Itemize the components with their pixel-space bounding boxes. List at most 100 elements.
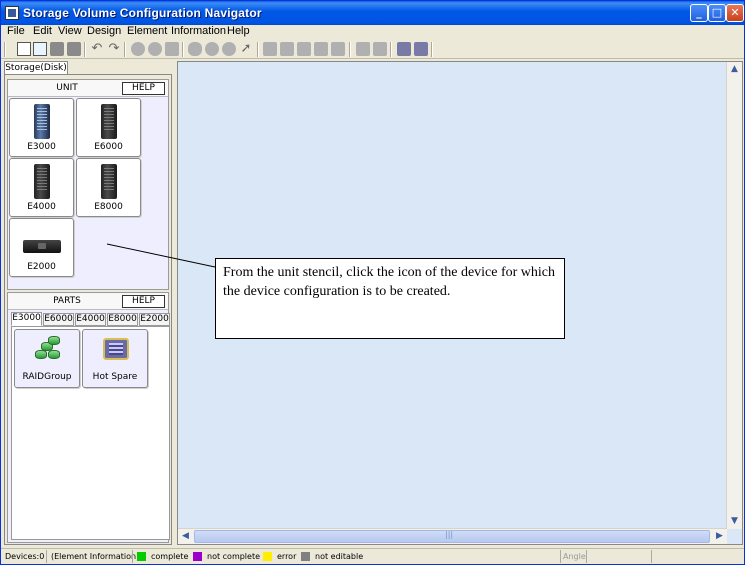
export-icon[interactable] (397, 42, 411, 56)
new-file-icon[interactable] (17, 42, 31, 56)
undo-icon[interactable]: ↶ (90, 42, 104, 56)
unit-stencil: UNIT HELP E3000 E6000 E4000 E8000 E2000 (7, 79, 169, 290)
raid-group-icon (35, 336, 61, 362)
error-swatch (263, 552, 272, 561)
menu-view[interactable]: View (58, 25, 82, 37)
tab-e2000[interactable]: E2000 (139, 313, 170, 326)
layout-icon[interactable] (263, 42, 277, 56)
toolbar-separator (431, 42, 433, 57)
tree-icon[interactable] (314, 42, 328, 56)
device-e6000[interactable]: E6000 (76, 98, 141, 157)
status-divider (132, 550, 133, 563)
status-divider (586, 550, 587, 563)
menu-design[interactable]: Design (87, 25, 121, 37)
unit-stencil-title: UNIT (56, 83, 78, 93)
device-label: E8000 (94, 202, 123, 212)
toolbar: ↶ ↷ ➚ (1, 40, 744, 59)
toolbar-separator (84, 42, 86, 57)
save-icon[interactable] (50, 42, 64, 56)
horizontal-scroll-thumb[interactable] (194, 530, 710, 543)
tab-e8000[interactable]: E8000 (107, 313, 138, 326)
menu-file[interactable]: File (7, 25, 25, 37)
status-divider (560, 550, 561, 563)
tab-e6000[interactable]: E6000 (43, 313, 74, 326)
redo-icon[interactable]: ↷ (107, 42, 121, 56)
instruction-callout: From the unit stencil, click the icon of… (215, 258, 565, 339)
app-window: Storage Volume Configuration Navigator _… (0, 0, 745, 565)
link-icon[interactable] (331, 42, 345, 56)
close-button[interactable]: ✕ (726, 4, 744, 22)
device-label: E6000 (94, 142, 123, 152)
hierarchy-icon[interactable] (356, 42, 370, 56)
toolbar-separator (349, 42, 351, 57)
zoom-in-icon[interactable] (131, 42, 145, 56)
connect-icon[interactable] (280, 42, 294, 56)
maximize-button[interactable]: □ (708, 4, 726, 22)
toolbar-separator (124, 42, 126, 57)
tab-e4000[interactable]: E4000 (75, 313, 106, 326)
not-editable-swatch (301, 552, 310, 561)
menu-edit[interactable]: Edit (33, 25, 52, 37)
device-e2000[interactable]: E2000 (9, 218, 74, 277)
element-information: (Element Information) (51, 552, 140, 561)
menu-bar: File Edit View Design Element Informatio… (1, 25, 744, 39)
not-complete-swatch (193, 552, 202, 561)
rack-unit-icon (23, 240, 61, 253)
zoom-out-icon[interactable] (148, 42, 162, 56)
parts-stencil: PARTS HELP E3000 E6000 E4000 E8000 E2000… (7, 292, 170, 543)
menu-information[interactable]: Information (171, 25, 226, 37)
device-e8000[interactable]: E8000 (76, 158, 141, 217)
unit-help-button[interactable]: HELP (122, 82, 165, 95)
device-e3000[interactable]: E3000 (9, 98, 74, 157)
menu-help[interactable]: Help (227, 25, 250, 37)
blue-tower-icon (34, 104, 50, 139)
part-raid-group[interactable]: RAIDGroup (14, 329, 80, 388)
vertical-scrollbar[interactable]: ▲ ▼ (726, 62, 742, 529)
toolbar-separator (257, 42, 259, 57)
zoom-fit-icon[interactable] (222, 42, 236, 56)
zoom-region-icon[interactable] (205, 42, 219, 56)
tab-e3000[interactable]: E3000 (11, 312, 42, 326)
scroll-up-icon[interactable]: ▲ (727, 62, 742, 77)
device-count: Devices:0 (5, 552, 45, 561)
device-label: E3000 (27, 142, 56, 152)
parts-list: RAIDGroup Hot Spare (11, 326, 170, 540)
device-label: E4000 (27, 202, 56, 212)
align-icon[interactable] (297, 42, 311, 56)
legend-not-complete: not complete (207, 552, 261, 561)
status-bar: Devices:0 (Element Information) complete… (1, 548, 744, 564)
toolbar-separator (390, 42, 392, 57)
scroll-right-icon[interactable]: ▶ (712, 529, 727, 544)
device-e4000[interactable]: E4000 (9, 158, 74, 217)
angle-readout: Angle (563, 552, 586, 561)
tower-icon (34, 164, 50, 199)
import-icon[interactable] (414, 42, 428, 56)
window-title: Storage Volume Configuration Navigator (23, 6, 262, 20)
part-label: RAIDGroup (22, 372, 72, 382)
parts-stencil-title: PARTS (53, 296, 81, 306)
parts-help-button[interactable]: HELP (122, 295, 165, 308)
horizontal-scrollbar[interactable]: ◀ ▶ (178, 528, 727, 544)
print-icon[interactable] (67, 42, 81, 56)
hot-spare-icon (103, 338, 129, 360)
tower-icon (101, 104, 117, 139)
tab-storage-disk[interactable]: Storage(Disk) (4, 61, 68, 75)
unit-stencil-header: UNIT HELP (8, 80, 168, 97)
status-divider (46, 550, 47, 563)
select-pointer-icon[interactable]: ➚ (239, 42, 253, 56)
pan-hand-icon[interactable] (188, 42, 202, 56)
part-label: Hot Spare (92, 372, 138, 382)
scroll-down-icon[interactable]: ▼ (727, 514, 742, 529)
part-hot-spare[interactable]: Hot Spare (82, 329, 148, 388)
menu-element[interactable]: Element (127, 25, 167, 37)
parts-stencil-header: PARTS HELP (8, 293, 168, 310)
grid-icon[interactable] (165, 42, 179, 56)
device-label: E2000 (27, 262, 56, 272)
title-bar[interactable]: Storage Volume Configuration Navigator _… (1, 1, 744, 26)
hierarchy-alt-icon[interactable] (373, 42, 387, 56)
scroll-left-icon[interactable]: ◀ (178, 529, 193, 544)
minimize-button[interactable]: _ (690, 4, 708, 22)
toolbar-separator (182, 42, 184, 57)
open-folder-icon[interactable] (33, 42, 47, 56)
legend-error: error (277, 552, 297, 561)
